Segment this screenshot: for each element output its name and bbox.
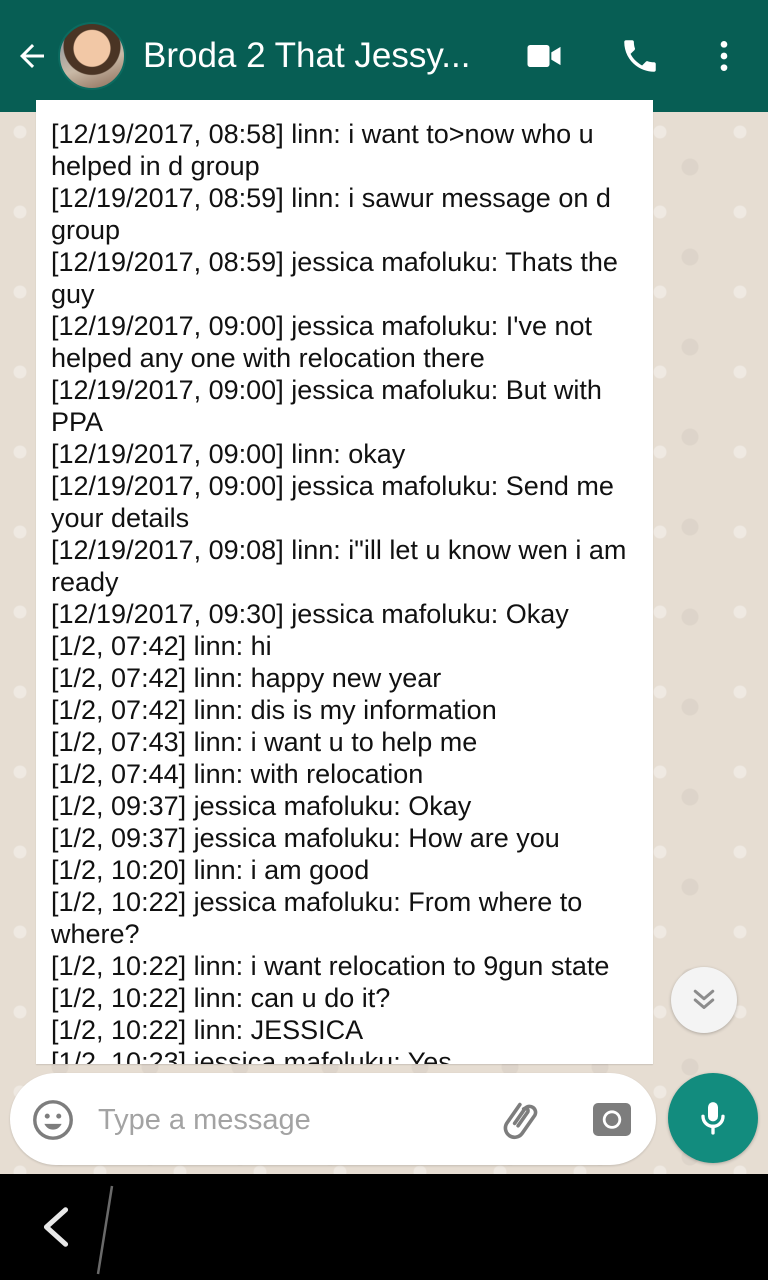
back-arrow-icon	[20, 44, 44, 68]
nav-divider	[96, 1185, 114, 1275]
chat-line: [1/2, 07:44] linn: with relocation	[51, 759, 424, 789]
chat-line: [1/2, 10:22] linn: i want relocation to …	[51, 951, 610, 981]
camera-icon[interactable]	[588, 1095, 636, 1143]
chat-line: [1/2, 10:22] jessica mafoluku: From wher…	[51, 887, 583, 917]
chat-line: helped any one with relocation there	[51, 343, 485, 373]
chat-line: where?	[51, 919, 140, 949]
chat-line: [1/2, 07:42] linn: happy new year	[51, 663, 442, 693]
chat-line: [1/2, 07:42] linn: hi	[51, 631, 272, 661]
chat-line: PPA	[51, 407, 104, 437]
phone-icon	[624, 40, 656, 72]
video-call-icon	[527, 45, 561, 67]
chat-line: [1/2, 10:22] linn: can u do it?	[51, 983, 391, 1013]
system-navigation-bar	[0, 1174, 768, 1280]
chat-header: Broda 2 That Jessy...	[0, 0, 768, 112]
chat-line: [1/2, 10:22] linn: JESSICA	[51, 1015, 364, 1045]
nav-back-icon[interactable]	[36, 1204, 76, 1250]
chat-title[interactable]: Broda 2 That Jessy...	[143, 34, 483, 78]
chat-line: [12/19/2017, 09:00] linn: okay	[51, 439, 406, 469]
chat-line: group	[51, 215, 121, 245]
message-input[interactable]	[96, 1095, 480, 1145]
more-options-button[interactable]	[698, 30, 750, 82]
message-composer	[10, 1073, 656, 1165]
emoji-icon[interactable]	[30, 1097, 76, 1143]
chat-line: [12/19/2017, 08:59] jessica mafoluku: Th…	[51, 247, 618, 277]
double-chevron-down-icon	[693, 989, 715, 1009]
chat-line: [12/19/2017, 09:00] jessica mafoluku: Bu…	[51, 375, 602, 405]
mic-icon	[701, 1102, 725, 1135]
scroll-to-bottom-button[interactable]	[671, 967, 737, 1033]
message-text: [12/19/2017, 08:58] linn: i want to>now …	[51, 118, 639, 1064]
chat-line: [12/19/2017, 09:08] linn: i"ill let u kn…	[51, 535, 627, 565]
chat-line: [12/19/2017, 09:30] jessica mafoluku: Ok…	[51, 599, 569, 629]
contact-avatar[interactable]	[58, 22, 126, 90]
message-bubble[interactable]: [12/19/2017, 08:58] linn: i want to>now …	[36, 100, 653, 1064]
back-button[interactable]	[10, 34, 54, 78]
chat-line: [1/2, 09:37] jessica mafoluku: Okay	[51, 791, 472, 821]
chat-line: [1/2, 10:23] jessica mafoluku: Yes	[51, 1047, 452, 1064]
chat-line: [1/2, 07:43] linn: i want u to help me	[51, 727, 478, 757]
chat-line: guy	[51, 279, 95, 309]
voice-message-button[interactable]	[668, 1073, 758, 1163]
chat-line: [12/19/2017, 09:00] jessica mafoluku: Se…	[51, 471, 614, 501]
chat-line: [12/19/2017, 08:58] linn: i want to>now …	[51, 119, 594, 149]
chat-line: [12/19/2017, 09:00] jessica mafoluku: I'…	[51, 311, 593, 341]
chat-line: helped in d group	[51, 151, 260, 181]
more-vert-icon	[720, 41, 728, 71]
chat-line: [1/2, 09:37] jessica mafoluku: How are y…	[51, 823, 560, 853]
chat-line: ready	[51, 567, 119, 597]
chat-line: your details	[51, 503, 190, 533]
chat-line: [12/19/2017, 08:59] linn: i sawur messag…	[51, 183, 611, 213]
attach-icon[interactable]	[498, 1095, 546, 1143]
chat-line: [1/2, 07:42] linn: dis is my information	[51, 695, 497, 725]
video-call-button[interactable]	[518, 30, 570, 82]
voice-call-button[interactable]	[614, 30, 666, 82]
chat-line: [1/2, 10:20] linn: i am good	[51, 855, 370, 885]
